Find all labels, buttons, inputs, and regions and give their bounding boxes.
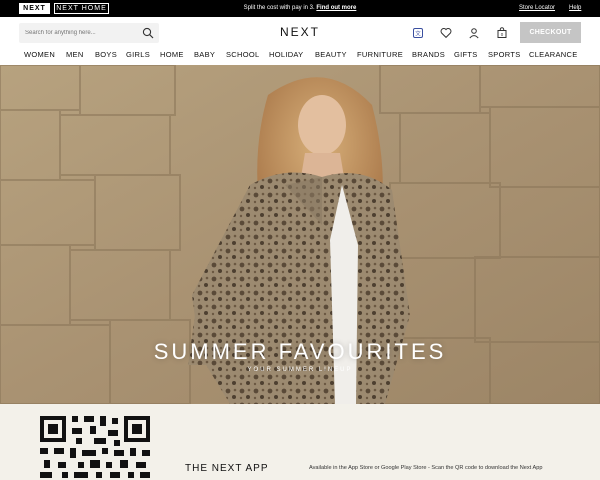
nav-item-home[interactable]: HOME: [160, 48, 184, 64]
nav-item-sports[interactable]: SPORTS: [488, 48, 521, 64]
search-icon[interactable]: [142, 27, 154, 39]
svg-text:文: 文: [415, 29, 421, 37]
nav-item-baby[interactable]: BABY: [194, 48, 215, 64]
nav-item-women[interactable]: WOMEN: [24, 48, 55, 64]
help-link[interactable]: Help: [569, 0, 581, 17]
store-locator-link[interactable]: Store Locator: [519, 0, 555, 17]
hero-banner[interactable]: SUMMER FAVOURITES YOUR SUMMER LINEUP: [0, 65, 600, 404]
qr-code[interactable]: [38, 414, 154, 480]
hero-title: SUMMER FAVOURITES: [153, 339, 447, 364]
next-logo[interactable]: NEXT: [260, 25, 340, 39]
language-icon[interactable]: 文: [412, 27, 424, 39]
next-home-brand-tab[interactable]: NEXT HOME: [54, 3, 109, 14]
account-icon[interactable]: [468, 27, 480, 39]
nav-item-clearance[interactable]: CLEARANCE: [529, 48, 578, 64]
header: NEXT 文 0 CHECKOUT: [0, 17, 600, 48]
svg-text:0: 0: [501, 32, 504, 37]
app-description: Available in the App Store or Google Pla…: [309, 465, 543, 471]
app-title: THE NEXT APP: [185, 463, 269, 474]
checkout-button[interactable]: CHECKOUT: [520, 22, 581, 43]
nav-item-furniture[interactable]: FURNITURE: [357, 48, 403, 64]
bag-icon[interactable]: 0: [496, 27, 508, 39]
promo-text: Split the cost with pay in 3.: [243, 5, 315, 11]
find-out-more-link[interactable]: Find out more: [316, 5, 356, 11]
nav-item-brands[interactable]: BRANDS: [412, 48, 445, 64]
app-promo-section: THE NEXT APP Available in the App Store …: [0, 404, 600, 480]
nav-item-beauty[interactable]: BEAUTY: [315, 48, 347, 64]
heart-icon[interactable]: [440, 27, 452, 39]
nav-item-school[interactable]: SCHOOL: [226, 48, 259, 64]
top-bar: Split the cost with pay in 3. Find out m…: [0, 0, 600, 17]
search-input[interactable]: [19, 30, 137, 36]
nav-item-gifts[interactable]: GIFTS: [454, 48, 478, 64]
hero-subtitle: YOUR SUMMER LINEUP: [247, 367, 353, 373]
main-nav: WOMEN MEN BOYS GIRLS HOME BABY SCHOOL HO…: [0, 48, 600, 64]
search-box[interactable]: [19, 23, 159, 43]
next-brand-tab[interactable]: NEXT: [19, 3, 50, 14]
nav-item-girls[interactable]: GIRLS: [126, 48, 150, 64]
nav-item-men[interactable]: MEN: [66, 48, 84, 64]
nav-item-boys[interactable]: BOYS: [95, 48, 117, 64]
nav-item-holiday[interactable]: HOLIDAY: [269, 48, 303, 64]
